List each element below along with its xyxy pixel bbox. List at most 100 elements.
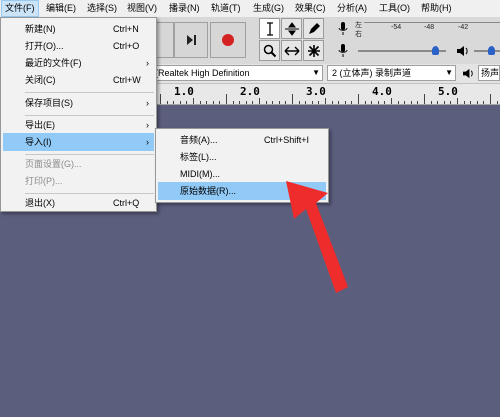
submenu-arrow-icon: › bbox=[146, 120, 149, 130]
ruler-tick bbox=[377, 101, 379, 104]
record-button[interactable] bbox=[210, 22, 246, 58]
ruler-tick bbox=[457, 98, 458, 104]
menu-item-label: 最近的文件(F) bbox=[25, 58, 82, 68]
ruler-tick bbox=[430, 101, 432, 104]
ruler-tick bbox=[450, 101, 452, 104]
envelope-tool[interactable] bbox=[281, 18, 302, 39]
menu-item-label: 标签(L)... bbox=[180, 152, 217, 162]
menu-item-import-labels[interactable]: 标签(L)... bbox=[158, 148, 326, 166]
menu-item-label: 原始数据(R)... bbox=[180, 186, 236, 196]
menu-edit[interactable]: 编辑(E) bbox=[43, 0, 79, 17]
menu-item-recent-files[interactable]: 最近的文件(F) › bbox=[3, 54, 154, 72]
speaker-device-label bbox=[459, 66, 477, 80]
menu-bar: 文件(F) 编辑(E) 选择(S) 视图(V) 播录(N) 轨道(T) 生成(G… bbox=[0, 0, 500, 18]
meter-scale-label: -42 bbox=[458, 24, 469, 31]
recording-volume-thumb[interactable] bbox=[432, 46, 439, 55]
ruler-tick bbox=[245, 101, 247, 104]
menu-item-label: 导出(E) bbox=[25, 120, 55, 130]
microphone-icon bbox=[338, 22, 348, 35]
ruler-tick bbox=[364, 101, 366, 104]
ruler-tick bbox=[166, 101, 168, 104]
skip-end-icon bbox=[187, 35, 196, 45]
ruler-tick bbox=[206, 101, 208, 104]
menu-view[interactable]: 视图(V) bbox=[124, 0, 160, 17]
meter-scale-label: -48 bbox=[424, 24, 435, 31]
ruler-tick bbox=[292, 94, 293, 104]
ruler-tick bbox=[397, 101, 399, 104]
menu-item-label: 导入(I) bbox=[25, 137, 52, 147]
ruler-tick bbox=[318, 101, 320, 104]
ruler-tick bbox=[476, 101, 478, 104]
ruler-tick bbox=[173, 101, 175, 104]
ruler-tick bbox=[437, 101, 439, 104]
zoom-tool[interactable] bbox=[259, 40, 280, 61]
menu-analyze[interactable]: 分析(A) bbox=[334, 0, 370, 17]
menu-separator bbox=[25, 92, 154, 93]
menu-item-shortcut: Ctrl+O bbox=[113, 41, 140, 51]
ruler-tick-label: 4.0 bbox=[372, 85, 392, 98]
menu-item-import-audio[interactable]: 音频(A)... Ctrl+Shift+I bbox=[158, 131, 326, 149]
menu-item-close[interactable]: 关闭(C) Ctrl+W bbox=[3, 71, 154, 89]
menu-file[interactable]: 文件(F) bbox=[1, 0, 39, 17]
menu-tools[interactable]: 工具(O) bbox=[376, 0, 413, 17]
ruler-tick bbox=[331, 101, 333, 104]
menu-item-open[interactable]: 打开(O)... Ctrl+O bbox=[3, 37, 154, 55]
ruler-tick bbox=[490, 94, 491, 104]
ruler-tick-label: 5.0 bbox=[438, 85, 458, 98]
microphone-icon bbox=[338, 44, 348, 57]
draw-tool[interactable] bbox=[303, 18, 324, 39]
selection-tool[interactable] bbox=[259, 18, 280, 39]
menu-item-label: 打开(O)... bbox=[25, 41, 64, 51]
menu-item-label: 关闭(C) bbox=[25, 75, 56, 85]
time-shift-tool[interactable] bbox=[281, 40, 302, 61]
menu-item-label: 退出(X) bbox=[25, 198, 55, 208]
menu-transport[interactable]: 播录(N) bbox=[166, 0, 203, 17]
ruler-tick bbox=[391, 98, 392, 104]
channels-select[interactable]: 2 (立体声) 录制声道 ▼ bbox=[327, 65, 456, 81]
ruler-tick bbox=[496, 101, 498, 104]
menu-item-label: MIDI(M)... bbox=[180, 169, 220, 179]
ruler-tick-label: 2.0 bbox=[240, 85, 260, 98]
playback-volume-slider[interactable] bbox=[474, 50, 500, 52]
menu-item-export[interactable]: 导出(E) › bbox=[3, 116, 154, 134]
speaker-device-select[interactable]: 扬声 bbox=[478, 65, 500, 81]
playback-volume-thumb[interactable] bbox=[488, 46, 495, 55]
ruler-tick bbox=[193, 98, 194, 104]
output-device-select[interactable]: (Realtek High Definition ▼ bbox=[150, 65, 323, 81]
chevron-down-icon: ▼ bbox=[312, 68, 320, 77]
submenu-arrow-icon: › bbox=[146, 137, 149, 147]
menu-item-print: 打印(P)... bbox=[3, 172, 154, 190]
skip-end-button[interactable] bbox=[174, 22, 208, 58]
menu-item-exit[interactable]: 退出(X) Ctrl+Q bbox=[3, 194, 154, 212]
ruler-tick bbox=[338, 101, 340, 104]
record-meter-button[interactable] bbox=[332, 19, 354, 39]
menu-tracks[interactable]: 轨道(T) bbox=[208, 0, 244, 17]
menu-select[interactable]: 选择(S) bbox=[84, 0, 120, 17]
menu-effect[interactable]: 效果(C) bbox=[292, 0, 329, 17]
speaker-icon bbox=[462, 68, 473, 78]
menu-help[interactable]: 帮助(H) bbox=[418, 0, 455, 17]
menu-item-import[interactable]: 导入(I) › bbox=[3, 133, 154, 151]
ruler-tick bbox=[470, 101, 472, 104]
chevron-down-icon: ▼ bbox=[445, 68, 453, 77]
menu-generate[interactable]: 生成(G) bbox=[250, 0, 287, 17]
menu-item-page-setup: 页面设置(G)... bbox=[3, 155, 154, 173]
pencil-icon bbox=[308, 22, 320, 34]
playback-volume-label bbox=[455, 42, 471, 60]
ruler-tick bbox=[298, 101, 300, 104]
ruler-tick bbox=[384, 101, 386, 104]
ruler-tick bbox=[351, 101, 353, 104]
ruler-tick bbox=[239, 101, 241, 104]
menu-item-save-project[interactable]: 保存项目(S) › bbox=[3, 94, 154, 112]
envelope-icon bbox=[284, 21, 299, 36]
speaker-icon bbox=[457, 46, 468, 56]
recording-volume-label bbox=[332, 42, 354, 60]
menu-item-new[interactable]: 新建(N) Ctrl+N bbox=[3, 20, 154, 38]
multi-tool[interactable] bbox=[303, 40, 324, 61]
menu-item-shortcut: Ctrl+N bbox=[113, 24, 139, 34]
ruler-tick bbox=[232, 101, 234, 104]
ruler-tick bbox=[443, 101, 445, 104]
ruler-tick-label: 1.0 bbox=[174, 85, 194, 98]
ruler-tick bbox=[265, 101, 267, 104]
ruler-tick bbox=[417, 101, 419, 104]
